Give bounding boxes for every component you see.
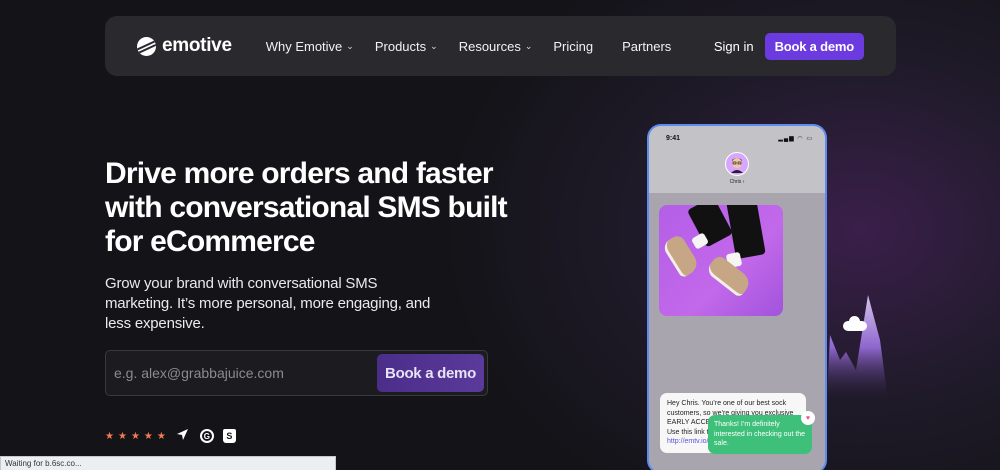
- nav-item-label: Why Emotive: [265, 38, 343, 54]
- book-demo-hero-button[interactable]: Book a demo: [377, 354, 484, 392]
- email-input[interactable]: [114, 365, 377, 381]
- nav-actions: Sign in Book a demo: [714, 32, 864, 60]
- nav-item-label: Partners: [622, 38, 672, 54]
- chevron-down-icon: ⌄: [346, 40, 354, 51]
- nav-item-resources[interactable]: Resources ⌄: [459, 39, 533, 54]
- send-arrow-icon: [175, 428, 191, 444]
- hero-subtitle: Grow your brand with conversational SMS …: [105, 275, 431, 332]
- nav-item-products[interactable]: Products ⌄: [375, 39, 438, 54]
- chevron-down-icon: ⌄: [430, 40, 438, 51]
- phone-time: 9:41: [666, 135, 681, 142]
- nav-item-partners[interactable]: Partners: [622, 39, 671, 54]
- shopify-icon: S: [222, 429, 236, 443]
- heart-reaction-icon: ♥: [801, 411, 815, 425]
- star-icon: ★: [105, 430, 114, 442]
- top-navigation: emotive Why Emotive ⌄ Products ⌄ Resourc…: [105, 16, 896, 76]
- nav-links: Why Emotive ⌄ Products ⌄ Resources ⌄ Pri…: [266, 39, 693, 54]
- chevron-down-icon: ⌄: [524, 40, 533, 51]
- emotive-logo[interactable]: emotive: [137, 35, 232, 57]
- sock-product-image: [659, 205, 783, 316]
- outgoing-message-bubble: Thanks! I’m definitely interested in che…: [708, 415, 812, 454]
- star-icon: ★: [117, 430, 127, 442]
- phone-header: 9:41 ▂▄▆ ◠ ▭ Chris ›: [649, 126, 825, 193]
- avatar: [725, 152, 749, 176]
- decorative-mountains-graphic: [827, 295, 888, 400]
- trust-badges: ★ ★ ★ ★ ★ G S: [105, 428, 236, 444]
- cloud-icon: [843, 316, 867, 331]
- phone-status-icons: ▂▄▆ ◠ ▭: [778, 136, 813, 142]
- star-icon: ★: [143, 430, 153, 442]
- browser-status-bar: Waiting for b.6sc.co...: [0, 456, 336, 470]
- nav-item-pricing[interactable]: Pricing: [553, 39, 593, 54]
- nav-item-label: Products: [374, 38, 427, 54]
- hero-title: Drive more orders and faster with conver…: [105, 157, 508, 258]
- g2-icon: G: [199, 429, 214, 443]
- nav-item-label: Resources: [458, 38, 521, 54]
- nav-item-why-emotive[interactable]: Why Emotive ⌄: [266, 39, 354, 54]
- nav-item-label: Pricing: [553, 38, 594, 54]
- sign-in-link[interactable]: Sign in: [714, 39, 754, 54]
- star-icon: ★: [130, 430, 140, 442]
- rating-stars: ★ ★ ★ ★ ★: [105, 431, 166, 442]
- email-signup-form: Book a demo: [105, 350, 488, 396]
- emotive-logo-icon: [137, 36, 156, 56]
- book-demo-nav-button[interactable]: Book a demo: [764, 32, 864, 60]
- logo-text: emotive: [162, 35, 232, 56]
- contact-name: Chris ›: [729, 179, 745, 185]
- star-icon: ★: [156, 430, 166, 442]
